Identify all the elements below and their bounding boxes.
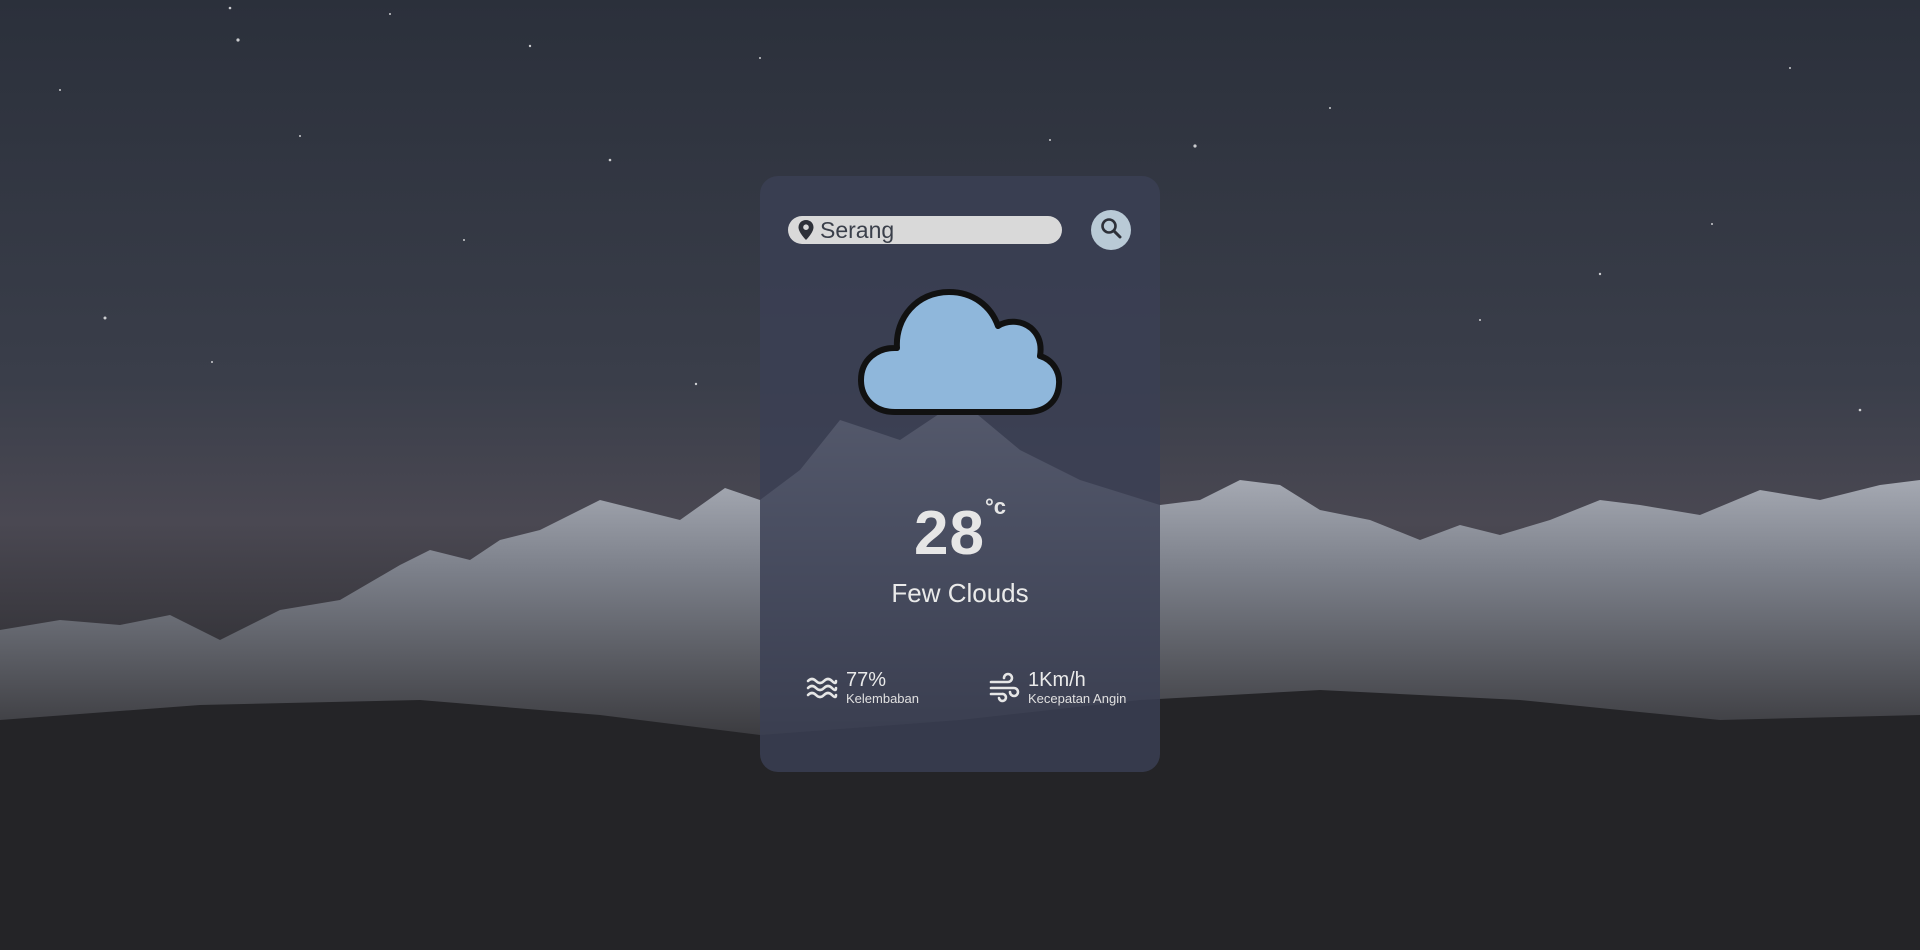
humidity-value: 77% [846,669,887,691]
weather-details: 77% Kelembaban 1Km/h Kecepatan Angin [760,669,1160,719]
humidity-detail: 77% Kelembaban [806,669,919,707]
wind-speed-label: Kecepatan Angin [1028,691,1127,706]
location-pin-icon [798,220,814,240]
wind-speed-value: 1Km/h [1028,669,1086,691]
wind-icon [988,672,1020,704]
weather-card: 28°c Few Clouds 77% Kelembaban [760,176,1160,772]
temperature-value: 28 [913,499,985,568]
humidity-label: Kelembaban [846,691,919,706]
cloud-icon [855,284,1065,425]
wind-detail: 1Km/h Kecepatan Angin [988,669,1126,707]
weather-description: Few Clouds [891,578,1029,608]
temperature-unit: °c [984,494,1006,519]
water-waves-icon [806,672,838,704]
search-bar [788,216,1062,244]
temperature: 28°c [760,494,1160,569]
search-input[interactable] [820,216,1050,244]
search-button[interactable] [1091,210,1131,250]
search-icon [1100,217,1122,244]
